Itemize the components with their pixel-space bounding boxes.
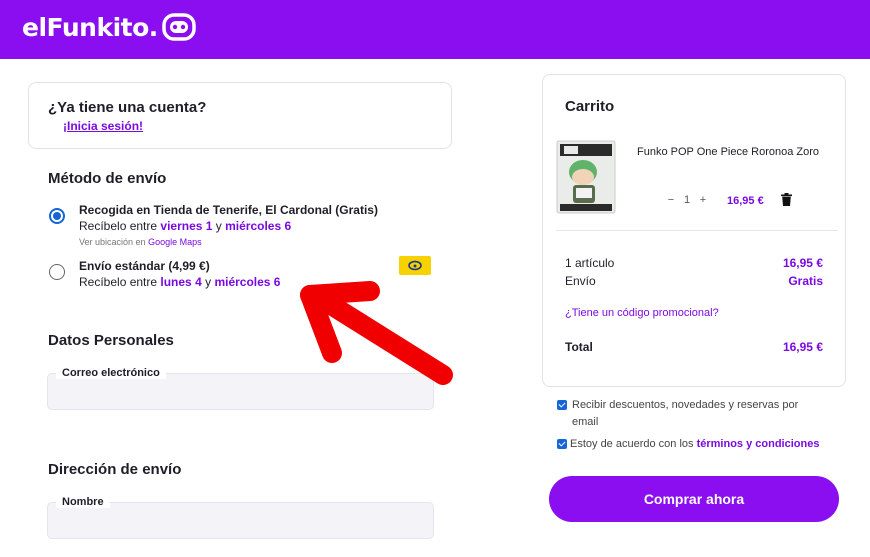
site-logo[interactable]: elFunkito. bbox=[22, 12, 196, 42]
shipping-option-pickup-radio[interactable] bbox=[49, 208, 65, 224]
product-image[interactable] bbox=[556, 140, 616, 214]
terms-link[interactable]: términos y condiciones bbox=[697, 438, 820, 450]
newsletter-checkbox[interactable] bbox=[557, 400, 567, 410]
articles-value: 16,95 € bbox=[782, 256, 823, 270]
map-location: Ver ubicación en Google Maps bbox=[79, 237, 202, 247]
qty-plus-button[interactable]: + bbox=[695, 194, 711, 206]
shipping-option-standard-eta: Recíbelo entre lunes 4 y miércoles 6 bbox=[79, 275, 280, 289]
buy-now-button[interactable]: Comprar ahora bbox=[549, 476, 839, 522]
email-field-label: Correo electrónico bbox=[56, 367, 166, 379]
terms-checkbox[interactable] bbox=[557, 439, 567, 449]
shipping-option-standard-title: Envío estándar (4,99 €) bbox=[79, 259, 210, 273]
logo-text: elFunkito. bbox=[22, 13, 158, 42]
shipping-method-title: Método de envío bbox=[48, 170, 167, 187]
google-maps-link[interactable]: Google Maps bbox=[148, 237, 202, 247]
account-question: ¿Ya tiene una cuenta? bbox=[48, 99, 207, 116]
red-arrow-annotation bbox=[300, 281, 453, 385]
eta-conj: y bbox=[215, 219, 222, 233]
funkito-mascot-icon bbox=[162, 12, 196, 41]
promo-code-link[interactable]: ¿Tiene un código promocional? bbox=[565, 307, 719, 319]
correos-logo-icon bbox=[399, 256, 431, 275]
total-value: 16,95 € bbox=[782, 340, 823, 354]
newsletter-label: Recibir descuentos, novedades y reservas… bbox=[572, 399, 799, 428]
shipping-option-standard-radio[interactable] bbox=[49, 264, 65, 280]
terms-prefix: Estoy de acuerdo con los bbox=[570, 438, 694, 450]
login-link[interactable]: ¡Inicia sesión! bbox=[63, 119, 143, 133]
quantity-stepper: − 1 + bbox=[663, 194, 711, 206]
product-name: Funko POP One Piece Roronoa Zoro bbox=[637, 146, 820, 158]
name-field-label: Nombre bbox=[56, 496, 110, 508]
trash-icon[interactable] bbox=[781, 193, 792, 206]
product-price: 16,95 € bbox=[727, 195, 764, 207]
eta-day-to: miércoles 6 bbox=[214, 275, 281, 289]
qty-value: 1 bbox=[683, 194, 691, 206]
shipping-option-pickup-title: Recogida en Tienda de Tenerife, El Cardo… bbox=[79, 203, 378, 217]
total-label: Total bbox=[565, 340, 593, 354]
eta-prefix: Recíbelo entre bbox=[79, 275, 158, 289]
articles-label: 1 artículo bbox=[565, 256, 615, 270]
eta-conj: y bbox=[205, 275, 212, 289]
personal-data-title: Datos Personales bbox=[48, 332, 174, 349]
eta-day-from: lunes 4 bbox=[160, 275, 202, 289]
shipping-cost-value: Gratis bbox=[788, 274, 823, 288]
terms-label: Estoy de acuerdo con los términos y cond… bbox=[570, 436, 819, 453]
cart-divider bbox=[556, 230, 838, 231]
account-box: ¿Ya tiene una cuenta? ¡Inicia sesión! bbox=[28, 82, 452, 149]
shipping-address-title: Dirección de envío bbox=[48, 461, 182, 478]
top-bar: elFunkito. bbox=[0, 0, 870, 59]
eta-prefix: Recíbelo entre bbox=[79, 219, 158, 233]
eta-day-to: miércoles 6 bbox=[225, 219, 292, 233]
shipping-option-pickup-eta: Recíbelo entre viernes 1 y miércoles 6 bbox=[79, 219, 291, 233]
qty-minus-button[interactable]: − bbox=[663, 194, 679, 206]
cart-title: Carrito bbox=[565, 98, 615, 115]
eta-day-from: viernes 1 bbox=[160, 219, 213, 233]
shipping-cost-label: Envío bbox=[565, 274, 596, 288]
map-prefix: Ver ubicación en bbox=[79, 237, 146, 247]
